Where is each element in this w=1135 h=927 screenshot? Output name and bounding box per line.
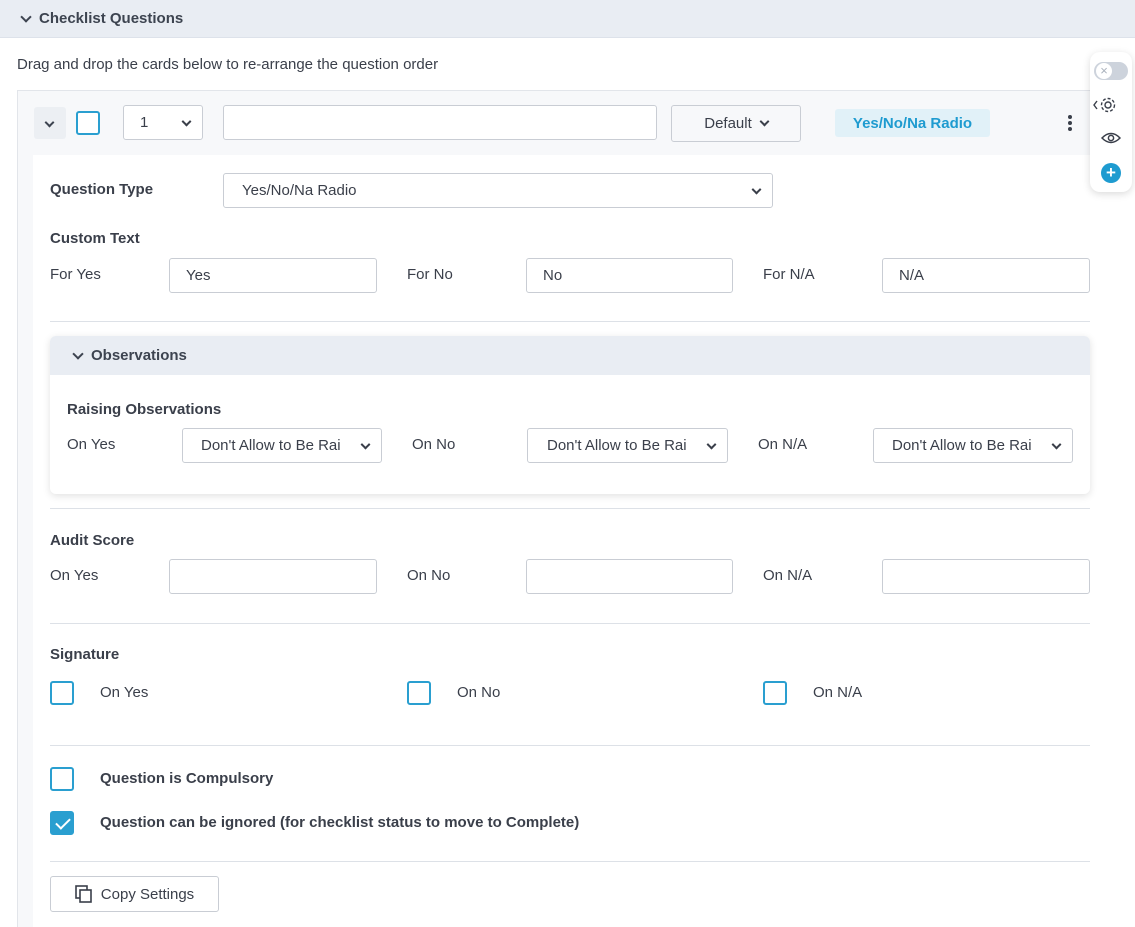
obs-on-yes-label: On Yes bbox=[67, 436, 116, 453]
toggle-switch[interactable] bbox=[1094, 62, 1128, 80]
question-type-label: Question Type bbox=[50, 181, 154, 198]
signature-on-no-label: On No bbox=[457, 684, 501, 701]
section-title: Checklist Questions bbox=[39, 10, 184, 27]
more-options-icon[interactable] bbox=[1068, 115, 1072, 131]
checklist-questions-header[interactable]: Checklist Questions bbox=[0, 0, 1135, 38]
score-on-na-input[interactable] bbox=[882, 559, 1090, 594]
audit-score-heading: Audit Score bbox=[50, 532, 135, 549]
signature-on-na-checkbox[interactable] bbox=[763, 681, 787, 705]
question-text-input[interactable] bbox=[223, 105, 657, 140]
order-value: 1 bbox=[140, 114, 149, 131]
signature-on-yes-label: On Yes bbox=[100, 684, 149, 701]
signature-on-no-checkbox[interactable] bbox=[407, 681, 431, 705]
custom-text-heading: Custom Text bbox=[50, 230, 140, 247]
signature-on-na-label: On N/A bbox=[813, 684, 863, 701]
caret-down-icon bbox=[706, 439, 717, 450]
score-on-na-label: On N/A bbox=[763, 567, 813, 584]
question-type-select[interactable]: Yes/No/Na Radio bbox=[223, 173, 773, 208]
observations-header[interactable]: Observations bbox=[50, 336, 1090, 375]
select-question-checkbox[interactable] bbox=[76, 111, 100, 135]
for-no-input[interactable]: No bbox=[526, 258, 733, 293]
gear-icon[interactable] bbox=[1092, 95, 1118, 115]
observations-title: Observations bbox=[91, 347, 187, 364]
for-na-label: For N/A bbox=[763, 266, 815, 283]
chevron-down-icon bbox=[44, 117, 55, 128]
for-yes-label: For Yes bbox=[50, 266, 101, 283]
default-label: Default bbox=[704, 115, 752, 132]
divider bbox=[50, 508, 1090, 509]
signature-heading: Signature bbox=[50, 646, 120, 663]
compulsory-label: Question is Compulsory bbox=[100, 770, 274, 787]
copy-icon bbox=[74, 885, 92, 903]
caret-down-icon bbox=[181, 116, 192, 127]
default-dropdown-button[interactable]: Default bbox=[671, 105, 801, 142]
question-type-badge: Yes/No/Na Radio bbox=[835, 109, 990, 137]
ignorable-label: Question can be ignored (for checklist s… bbox=[100, 814, 580, 831]
chevron-down-icon bbox=[759, 116, 770, 127]
caret-down-icon bbox=[1051, 439, 1062, 450]
score-on-no-label: On No bbox=[407, 567, 451, 584]
for-yes-input[interactable]: Yes bbox=[169, 258, 377, 293]
signature-on-yes-checkbox[interactable] bbox=[50, 681, 74, 705]
floating-toolbar: + bbox=[1090, 52, 1132, 192]
question-order-select[interactable]: 1 bbox=[123, 105, 203, 140]
raising-observations-heading: Raising Observations bbox=[67, 401, 222, 418]
add-icon[interactable]: + bbox=[1101, 163, 1121, 183]
divider bbox=[50, 745, 1090, 746]
score-on-yes-label: On Yes bbox=[50, 567, 99, 584]
caret-down-icon bbox=[751, 184, 762, 195]
copy-settings-label: Copy Settings bbox=[100, 885, 195, 903]
divider bbox=[50, 623, 1090, 624]
obs-on-no-select[interactable]: Don't Allow to Be Rai bbox=[527, 428, 728, 463]
obs-on-yes-select[interactable]: Don't Allow to Be Rai bbox=[182, 428, 382, 463]
chevron-down-icon bbox=[72, 347, 84, 360]
caret-down-icon bbox=[360, 439, 371, 450]
score-on-no-input[interactable] bbox=[526, 559, 733, 594]
for-no-label: For No bbox=[407, 266, 453, 283]
compulsory-checkbox[interactable] bbox=[50, 767, 74, 791]
obs-on-no-label: On No bbox=[412, 436, 456, 453]
copy-settings-button[interactable]: Copy Settings bbox=[50, 876, 219, 912]
obs-on-na-select[interactable]: Don't Allow to Be Rai bbox=[873, 428, 1073, 463]
reorder-hint: Drag and drop the cards below to re-arra… bbox=[17, 56, 439, 73]
divider bbox=[50, 321, 1090, 322]
for-na-input[interactable]: N/A bbox=[882, 258, 1090, 293]
score-on-yes-input[interactable] bbox=[169, 559, 377, 594]
ignorable-checkbox[interactable] bbox=[50, 811, 74, 835]
collapse-card-button[interactable] bbox=[34, 107, 66, 139]
chevron-down-icon bbox=[20, 10, 32, 23]
eye-icon[interactable] bbox=[1101, 131, 1121, 145]
obs-on-na-label: On N/A bbox=[758, 436, 808, 453]
divider bbox=[50, 861, 1090, 862]
